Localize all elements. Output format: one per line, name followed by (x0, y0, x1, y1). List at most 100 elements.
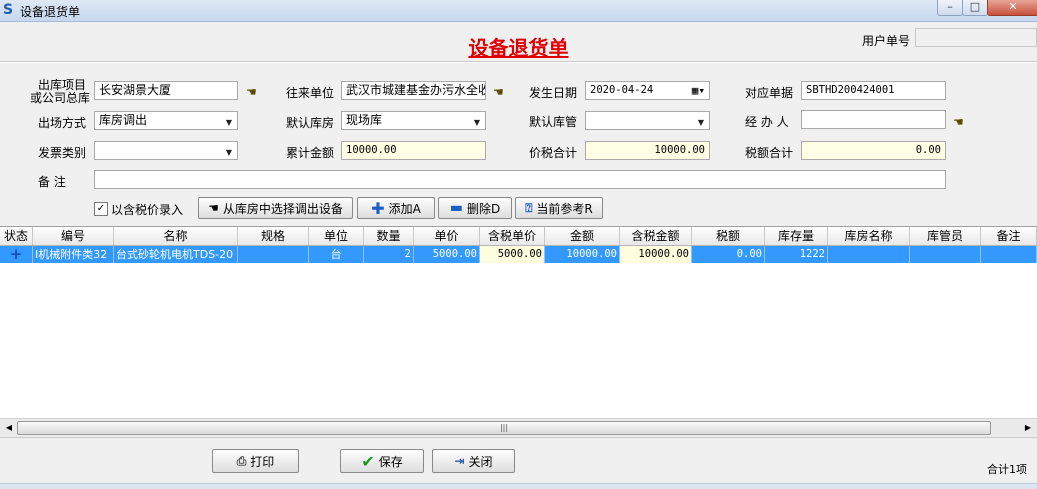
close-window-button[interactable]: ✕ (987, 0, 1037, 16)
cell-tax-amount[interactable]: 10000.00 (620, 246, 692, 263)
cell-tax-price[interactable]: 5000.00 (480, 246, 545, 263)
column-header[interactable]: 税额 (692, 227, 765, 245)
total-amount-label: 累计金额 (286, 146, 335, 160)
close-button[interactable]: ⇥ 关闭 (432, 449, 515, 473)
column-header[interactable]: 单价 (414, 227, 480, 245)
status-strip (0, 483, 1037, 489)
tax-total-price-field: 10000.00 (585, 141, 710, 160)
plus-icon: ✚ (371, 198, 385, 218)
column-header[interactable]: 单位 (309, 227, 364, 245)
scroll-right-arrow-icon[interactable]: ▶ (1021, 421, 1035, 434)
pick-project-hand-icon[interactable]: ☚ (246, 86, 264, 98)
maximize-button[interactable]: □ (962, 0, 988, 16)
save-button[interactable]: ✔ 保存 (340, 449, 424, 473)
window-title: 设备退货单 (20, 5, 81, 19)
reference-button[interactable]: ⍰ 当前参考R (515, 197, 603, 219)
add-button[interactable]: ✚ 添加A (357, 197, 435, 219)
total-amount-field: 10000.00 (341, 141, 486, 160)
reference-label: 当前参考R (536, 201, 593, 216)
tax-total-price-label: 价税合计 (529, 146, 578, 160)
save-label: 保存 (378, 454, 403, 469)
minus-icon: ▬ (449, 200, 463, 216)
calendar-dropdown-icon[interactable]: ▦▾ (692, 83, 705, 98)
partner-field[interactable]: 武汉市城建基金办污水全收 (341, 81, 486, 100)
cell-amount[interactable]: 10000.00 (545, 246, 620, 263)
pick-partner-hand-icon[interactable]: ☚ (493, 86, 511, 98)
tax-price-checkbox-label: 以含税价录入 (111, 203, 184, 217)
add-label: 添加A (388, 201, 421, 216)
exit-door-icon: ⇥ (454, 454, 465, 468)
invoice-type-select[interactable] (94, 141, 238, 160)
select-from-warehouse-label: 从库房中选择调出设备 (222, 201, 343, 216)
tax-total-field: 0.00 (801, 141, 946, 160)
column-header[interactable]: 库存量 (765, 227, 828, 245)
remark-label: 备 注 (38, 175, 66, 189)
column-header[interactable]: 数量 (364, 227, 414, 245)
doc-field[interactable]: SBTHD200424001 (801, 81, 946, 100)
date-picker-field[interactable]: 2020-04-24 ▦▾ (585, 81, 710, 100)
pick-handler-hand-icon[interactable]: ☚ (953, 116, 971, 128)
default-warehouse-select[interactable]: 现场库 (341, 111, 486, 130)
close-label: 关闭 (468, 454, 493, 469)
cell-code[interactable]: I机械附件类32 (33, 246, 114, 263)
default-warehouse-value: 现场库 (346, 113, 383, 127)
cell-tax[interactable]: 0.00 (692, 246, 765, 263)
horizontal-scrollbar[interactable]: ◀ ||| ▶ (0, 418, 1037, 436)
checkmark-icon: ✔ (361, 451, 375, 471)
cell-warehouse-name[interactable] (828, 246, 910, 263)
select-from-warehouse-button[interactable]: ☚ 从库房中选择调出设备 (198, 197, 353, 219)
column-header[interactable]: 编号 (33, 227, 114, 245)
exit-mode-select[interactable]: 库房调出 (94, 111, 238, 130)
project-field[interactable]: 长安湖景大厦 (94, 81, 238, 100)
printer-icon: ⎙ (236, 453, 247, 468)
table-header: 状态 编号 名称 规格 单位 数量 单价 含税单价 金额 含税金额 税额 库存量 库房名称 库管员 备注 (0, 227, 1037, 246)
scroll-left-arrow-icon[interactable]: ◀ (2, 421, 16, 434)
column-header[interactable]: 名称 (114, 227, 238, 245)
column-header[interactable]: 库管员 (910, 227, 981, 245)
tax-price-checkbox[interactable]: ✓ (94, 202, 108, 216)
default-warehouse-label: 默认库房 (286, 116, 335, 130)
invoice-type-label: 发票类别 (38, 146, 87, 160)
footer-divider (0, 437, 1037, 438)
cell-keeper[interactable] (910, 246, 981, 263)
column-header[interactable]: 金额 (545, 227, 620, 245)
column-header[interactable]: 备注 (981, 227, 1037, 245)
app-icon: S (3, 2, 14, 18)
column-header[interactable]: 库房名称 (828, 227, 910, 245)
doc-label: 对应单据 (745, 86, 794, 100)
date-label: 发生日期 (529, 86, 578, 100)
exit-mode-label: 出场方式 (38, 116, 87, 130)
print-button[interactable]: ⎙ 打印 (212, 449, 299, 473)
hand-pointer-icon: ☚ (208, 201, 219, 215)
title-bar: S 设备退货单 – □ ✕ (0, 0, 1037, 22)
column-header[interactable]: 状态 (0, 227, 33, 245)
cell-stock[interactable]: 1222 (765, 246, 828, 263)
default-keeper-select[interactable] (585, 111, 710, 130)
minimize-button[interactable]: – (937, 0, 963, 16)
project-label-line2: 或公司总库 (30, 91, 91, 105)
cell-price[interactable]: 5000.00 (414, 246, 480, 263)
cell-qty[interactable]: 2 (364, 246, 414, 263)
user-no-field[interactable] (915, 28, 1037, 47)
cell-unit[interactable]: 台 (309, 246, 364, 263)
handler-field[interactable] (801, 110, 946, 129)
header-divider (0, 61, 1037, 63)
exit-mode-value: 库房调出 (99, 113, 148, 127)
row-status-plus-icon: + (0, 246, 33, 263)
cell-name[interactable]: 台式砂轮机电机TDS-20 (114, 246, 238, 263)
column-header[interactable]: 含税金额 (620, 227, 692, 245)
scrollbar-thumb[interactable]: ||| (17, 421, 991, 435)
cell-spec[interactable] (238, 246, 309, 263)
cell-remark[interactable] (981, 246, 1037, 263)
column-header[interactable]: 含税单价 (480, 227, 545, 245)
table-row[interactable]: + I机械附件类32 台式砂轮机电机TDS-20 台 2 5000.00 500… (0, 246, 1037, 263)
date-value: 2020-04-24 (590, 84, 654, 96)
help-cursor-icon: ⍰ (525, 200, 533, 215)
remark-field[interactable] (94, 170, 946, 189)
column-header[interactable]: 规格 (238, 227, 309, 245)
delete-label: 删除D (466, 201, 501, 216)
delete-button[interactable]: ▬ 删除D (438, 197, 512, 219)
default-keeper-label: 默认库管 (529, 115, 578, 129)
handler-label: 经 办 人 (745, 115, 789, 129)
items-table[interactable]: 状态 编号 名称 规格 单位 数量 单价 含税单价 金额 含税金额 税额 库存量 库房名称 库管员 备注 +… (0, 226, 1037, 419)
